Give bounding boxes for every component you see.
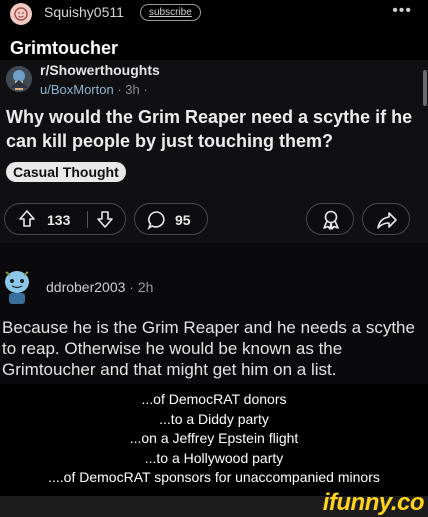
post-time: · 3h · xyxy=(117,82,148,97)
upvote-count: 133 xyxy=(47,212,71,228)
subreddit-name[interactable]: r/Showerthoughts xyxy=(40,62,160,78)
scrollbar[interactable] xyxy=(423,70,427,106)
post-caption-title: Grimtoucher xyxy=(10,38,119,58)
comments-button[interactable]: 95 xyxy=(134,203,208,235)
caption-line: ...of DemocRAT donors xyxy=(141,391,287,407)
post-title[interactable]: Why would the Grim Reaper need a scythe … xyxy=(6,105,422,153)
user-avatar-icon[interactable] xyxy=(10,3,32,25)
meme-caption: ...of DemocRAT donors ...to a Diddy part… xyxy=(0,390,428,488)
commenter-name[interactable]: ddrober2003 xyxy=(46,279,125,295)
more-options-icon[interactable]: ••• xyxy=(392,2,412,20)
ifunny-watermark: ifunny.co xyxy=(322,489,425,516)
comment-icon xyxy=(147,211,165,230)
commenter-info: ddrober2003 · 2h xyxy=(46,279,153,295)
post-author-name[interactable]: u/BoxMorton xyxy=(40,82,114,97)
comment-time: · 2h xyxy=(129,279,154,295)
subreddit-avatar-icon xyxy=(6,66,32,92)
share-button[interactable] xyxy=(362,203,410,235)
subscribe-button[interactable]: subscribe xyxy=(140,4,201,21)
caption-line: ...to a Hollywood party xyxy=(144,449,284,466)
top-bar: Squishy0511 subscribe ••• xyxy=(0,0,428,26)
award-icon xyxy=(323,210,339,230)
upvote-icon[interactable] xyxy=(17,209,37,229)
username[interactable]: Squishy0511 xyxy=(44,4,124,20)
share-icon xyxy=(377,212,397,229)
caption-line: ....of DemocRAT sponsors for unaccompani… xyxy=(48,469,380,485)
downvote-icon[interactable] xyxy=(95,209,115,229)
comment-count: 95 xyxy=(175,212,191,228)
post-flair[interactable]: Casual Thought xyxy=(6,162,126,182)
vote-divider xyxy=(87,211,88,228)
caption-line: ...to a Diddy party xyxy=(159,410,269,427)
post-author: u/BoxMorton · 3h · xyxy=(40,82,148,97)
commenter-avatar-icon[interactable] xyxy=(0,266,34,306)
award-button[interactable] xyxy=(306,203,354,235)
comment-body: Because he is the Grim Reaper and he nee… xyxy=(2,318,415,379)
caption-line: ...on a Jeffrey Epstein flight xyxy=(129,430,299,446)
vote-control: 133 xyxy=(4,203,126,235)
